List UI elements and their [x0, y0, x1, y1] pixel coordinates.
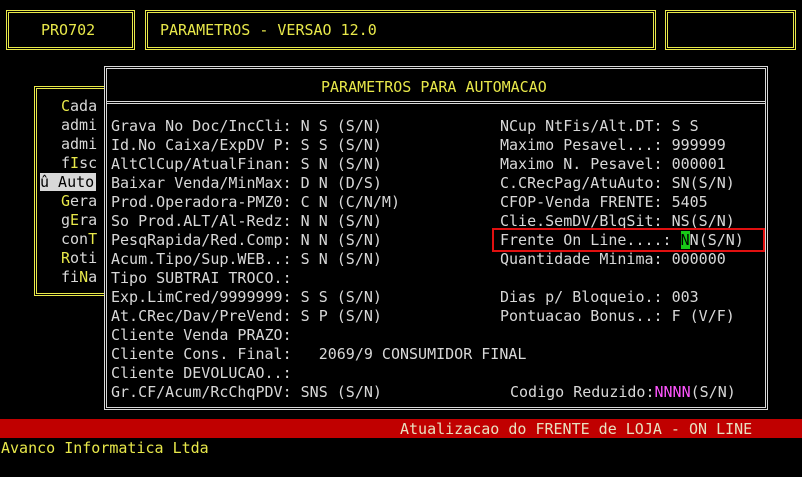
field-row[interactable]: C.CRecPag/AtuAuto: SN(S/N) — [500, 174, 735, 193]
menu-item-fiscal[interactable]: fIsc — [61, 154, 97, 172]
menu-item-cadastro[interactable]: Cada — [61, 97, 97, 115]
field-row[interactable]: Maximo N. Pesavel: 000001 — [500, 155, 726, 174]
menu-item-gera-2[interactable]: gEra — [61, 211, 97, 229]
header-right-box — [665, 10, 796, 50]
field-row[interactable]: Tipo SUBTRAI TROCO.: — [111, 269, 292, 288]
field-row[interactable]: So Prod.ALT/Al-Redz: N N (S/N) — [111, 212, 382, 231]
menu-item-admi-1[interactable]: admi — [61, 116, 97, 134]
field-row[interactable]: Id.No Caixa/ExpDV P: S S (S/N) — [111, 136, 382, 155]
status-message: Atualizacao do FRENTE de LOJA - ON LINE — [400, 420, 753, 438]
field-row[interactable]: Dias p/ Bloqueio.: 003 — [500, 288, 699, 307]
company-name: Avanco Informatica Ltda — [1, 439, 209, 457]
menu-item-financeiro[interactable]: fiNa — [61, 268, 97, 286]
field-row[interactable]: PesqRapida/Red.Comp: N N (S/N) — [111, 231, 382, 250]
field-row[interactable]: Cliente DEVOLUCAO..: — [111, 364, 292, 383]
field-row[interactable]: Quantidade Minima: 000000 — [500, 250, 726, 269]
dialog-title-divider — [107, 101, 765, 104]
field-row[interactable]: Prod.Operadora-PMZ0: C N (C/N/M) — [111, 193, 400, 212]
dialog-title: PARAMETROS PARA AUTOMACAO — [321, 78, 547, 96]
field-row[interactable]: At.CRec/Dav/PreVend: S P (S/N) — [111, 307, 382, 326]
field-row[interactable]: Exp.LimCred/9999999: S S (S/N) — [111, 288, 382, 307]
field-row[interactable]: Gr.CF/Acum/RcChqPDV: SNS (S/N) — [111, 383, 382, 402]
field-row[interactable]: Acum.Tipo/Sup.WEB..: S N (S/N) — [111, 250, 382, 269]
menu-item-controle[interactable]: conT — [61, 230, 97, 248]
field-row[interactable]: Cliente Venda PRAZO: — [111, 326, 292, 345]
field-row[interactable]: CFOP-Venda FRENTE: 5405 — [500, 193, 708, 212]
field-row[interactable]: AltClCup/AtualFinan: S N (S/N) — [111, 155, 382, 174]
menu-item-automacao-selected[interactable]: û Auto — [40, 173, 97, 191]
field-row[interactable]: Pontuacao Bonus..: F (V/F) — [500, 307, 735, 326]
menu-item-admi-2[interactable]: admi — [61, 135, 97, 153]
field-row[interactable]: Codigo Reduzido:NNNN(S/N) — [510, 383, 736, 402]
field-row[interactable]: Maximo Pesavel...: 999999 — [500, 136, 726, 155]
field-row[interactable]: NCup NtFis/Alt.DT: S S — [500, 117, 699, 136]
field-row[interactable]: Baixar Venda/MinMax: D N (D/S) — [111, 174, 382, 193]
field-row[interactable]: Grava No Doc/IncCli: N S (S/N) — [111, 117, 382, 136]
menu-item-rotinas[interactable]: Roti — [61, 249, 97, 267]
program-code: PRO702 — [41, 21, 96, 39]
header-title: PARAMETROS - VERSAO 12.0 — [160, 21, 377, 39]
frente-on-line-highlight — [492, 228, 765, 252]
menu-item-gera-1[interactable]: Gera — [61, 192, 97, 210]
field-row[interactable]: Cliente Cons. Final: 2069/9 CONSUMIDOR F… — [111, 345, 526, 364]
